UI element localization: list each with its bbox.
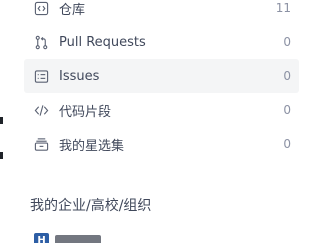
organization-name-redacted [55,235,101,243]
organization-avatar: H [34,232,49,243]
sidebar-item-label: 代码片段 [59,104,112,120]
sidebar-panel: 仓库 11 Pull Requests 0 Issues 0 代码片段 0 我的… [0,0,325,243]
sidebar-item-count: 0 [283,35,291,49]
organizations-section-title: 我的企业/高校/组织 [30,198,152,214]
organization-item[interactable]: H [34,232,101,243]
sidebar-item-label: Issues [59,68,100,84]
sidebar-item-my-collections[interactable]: 我的星选集 0 [24,127,299,161]
left-edge-strip [0,0,3,243]
issues-icon [34,69,49,84]
sidebar-item-count: 11 [275,1,291,15]
sidebar-item-count: 0 [283,69,291,83]
sidebar-item-count: 0 [283,137,291,151]
sidebar-item-pull-requests[interactable]: Pull Requests 0 [24,25,299,59]
sidebar-item-count: 0 [283,103,291,117]
collection-icon [34,137,49,152]
sidebar-item-issues[interactable]: Issues 0 [24,59,299,93]
sidebar-item-label: Pull Requests [59,34,146,50]
sidebar-item-label: 我的星选集 [59,138,125,154]
sidebar-item-code-snippets[interactable]: 代码片段 0 [24,93,299,127]
edge-mark [0,152,3,159]
sidebar-nav: 仓库 11 Pull Requests 0 Issues 0 代码片段 0 我的… [24,0,299,161]
code-icon [34,1,49,16]
edge-mark [0,117,3,124]
code-snippet-icon [34,103,49,118]
sidebar-item-label: 仓库 [59,2,86,18]
pull-request-icon [34,35,49,50]
sidebar-item-repositories[interactable]: 仓库 11 [24,0,299,25]
